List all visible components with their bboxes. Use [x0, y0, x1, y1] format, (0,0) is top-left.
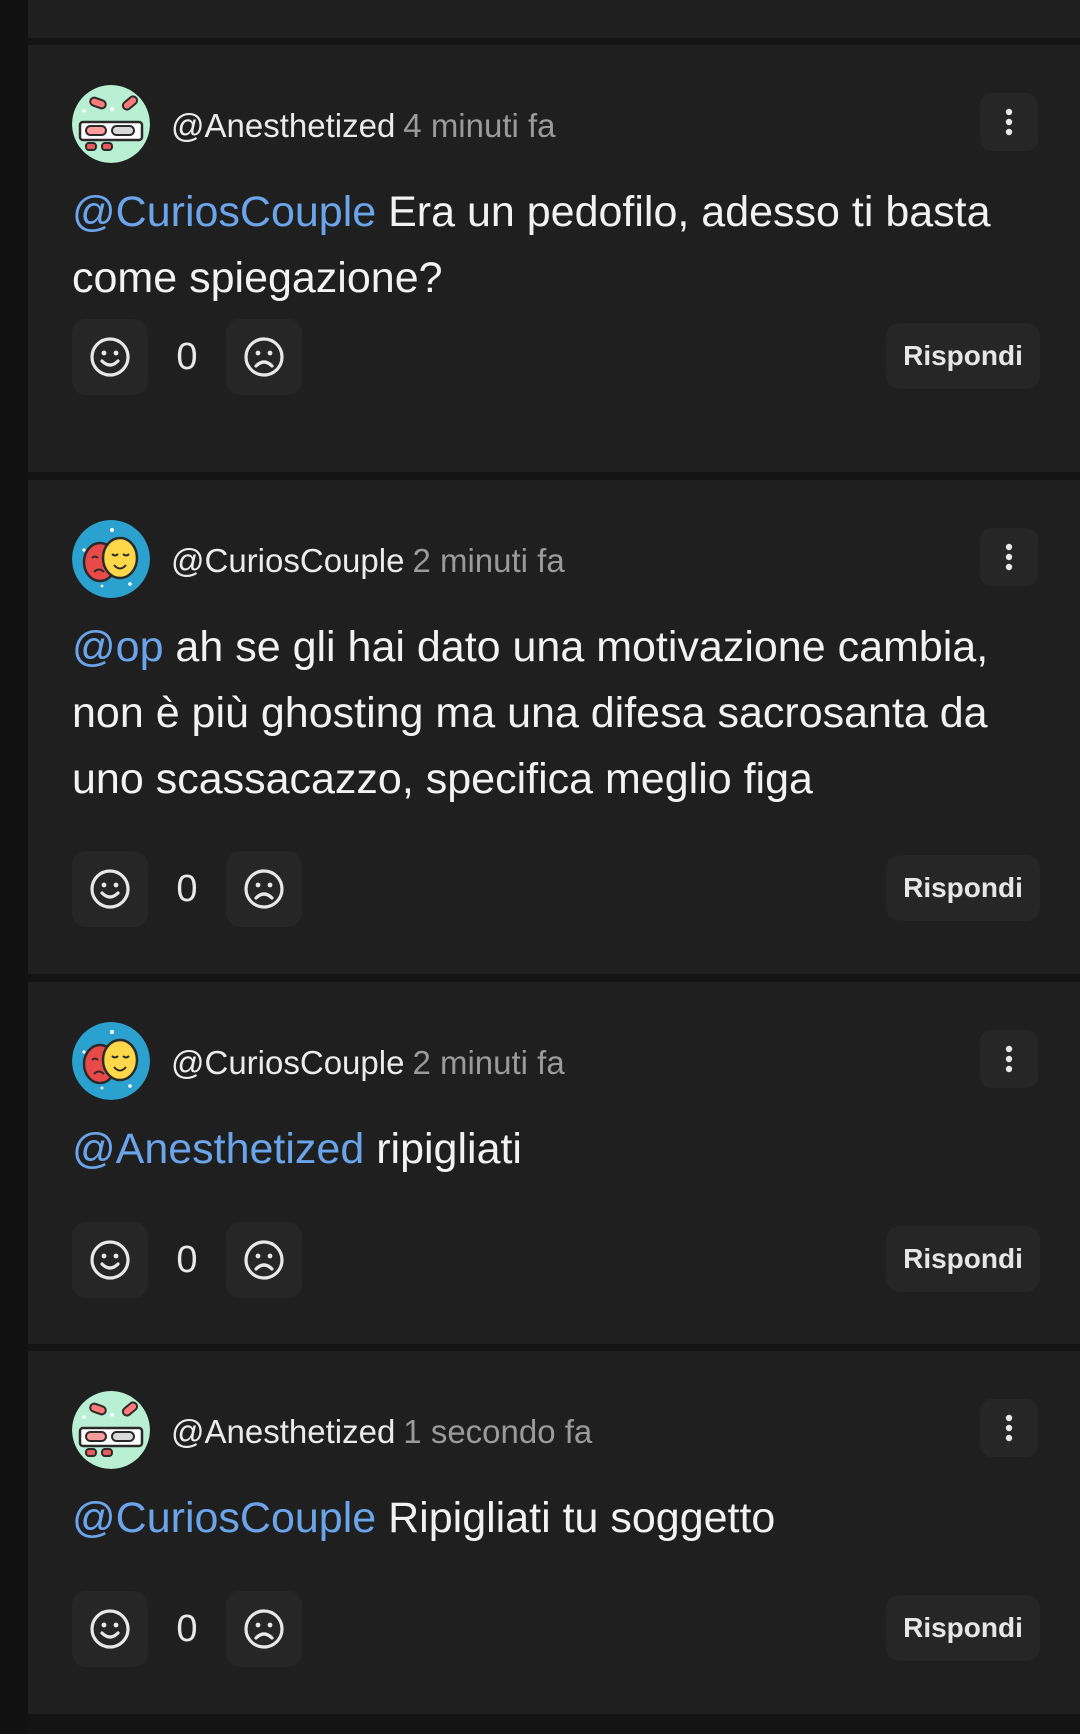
avatar[interactable] — [72, 85, 150, 163]
mention-link[interactable]: @CuriosCouple — [72, 1494, 376, 1542]
smile-icon — [72, 867, 148, 911]
comment-meta: @Anesthetized 1 secondo fa — [171, 1413, 592, 1451]
comment-header: @CuriosCouple 2 minuti fa — [72, 1022, 1040, 1100]
comment-card: @Anesthetized 1 secondo fa @CuriosCouple … — [28, 1351, 1080, 1714]
timestamp: 2 minuti fa — [412, 542, 565, 579]
avatar[interactable] — [72, 520, 150, 598]
mention-link[interactable]: @CuriosCouple — [72, 188, 376, 236]
downvote-button[interactable] — [226, 319, 302, 395]
upvote-button[interactable] — [72, 851, 148, 927]
smile-icon — [72, 1238, 148, 1282]
upvote-button[interactable] — [72, 1222, 148, 1298]
comment-meta: @CuriosCouple 2 minuti fa — [171, 542, 565, 580]
reply-button[interactable]: Rispondi — [886, 1226, 1040, 1292]
comment-actions: 0 Rispondi — [72, 851, 1040, 927]
username[interactable]: @CuriosCouple — [171, 1044, 404, 1081]
comment-text: @CuriosCouple Ripigliati tu soggetto — [72, 1485, 1040, 1551]
comment-meta: @Anesthetized 4 minuti fa — [171, 107, 556, 145]
comment-header: @Anesthetized 4 minuti fa — [72, 85, 1040, 163]
frown-icon — [226, 335, 302, 379]
more-vertical-icon — [980, 107, 1038, 137]
frown-icon — [226, 1238, 302, 1282]
avatar[interactable] — [72, 1022, 150, 1100]
comment-body: Ripigliati tu soggetto — [376, 1494, 776, 1542]
more-options-button[interactable] — [980, 528, 1038, 586]
reply-button[interactable]: Rispondi — [886, 323, 1040, 389]
smile-icon — [72, 1607, 148, 1651]
comment-text: @CuriosCouple Era un pedofilo, adesso ti… — [72, 179, 1040, 311]
comment-actions: 0 Rispondi — [72, 1222, 1040, 1298]
reply-button[interactable]: Rispondi — [886, 1595, 1040, 1661]
comment-header: @CuriosCouple 2 minuti fa — [72, 520, 1040, 598]
comment-actions: 0 Rispondi — [72, 1591, 1040, 1667]
vote-score: 0 — [176, 1608, 198, 1650]
downvote-button[interactable] — [226, 1222, 302, 1298]
more-vertical-icon — [980, 1044, 1038, 1074]
timestamp: 2 minuti fa — [412, 1044, 565, 1081]
comment-card: @CuriosCouple 2 minuti fa @Anesthetized r… — [28, 982, 1080, 1344]
more-vertical-icon — [980, 1413, 1038, 1443]
reply-button[interactable]: Rispondi — [886, 855, 1040, 921]
more-options-button[interactable] — [980, 1399, 1038, 1457]
previous-comment-edge — [28, 0, 1080, 38]
comment-body: ripigliati — [364, 1125, 522, 1173]
vote-score: 0 — [176, 336, 198, 378]
timestamp: 4 minuti fa — [403, 107, 556, 144]
frown-icon — [226, 867, 302, 911]
more-options-button[interactable] — [980, 1030, 1038, 1088]
smile-icon — [72, 335, 148, 379]
downvote-button[interactable] — [226, 1591, 302, 1667]
comment-header: @Anesthetized 1 secondo fa — [72, 1391, 1040, 1469]
upvote-button[interactable] — [72, 319, 148, 395]
thread-rail — [0, 0, 28, 1734]
comment-text: @Anesthetized ripigliati — [72, 1116, 1040, 1182]
more-options-button[interactable] — [980, 93, 1038, 151]
mention-link[interactable]: @Anesthetized — [72, 1125, 364, 1173]
comment-body: ah se gli hai dato una motivazione cambi… — [72, 623, 989, 803]
comment-card: @CuriosCouple 2 minuti fa @op ah se gli h… — [28, 480, 1080, 974]
avatar[interactable] — [72, 1391, 150, 1469]
username[interactable]: @Anesthetized — [171, 1413, 395, 1450]
comment-text: @op ah se gli hai dato una motivazione c… — [72, 614, 1040, 812]
comment-feed: @Anesthetized 4 minuti fa @CuriosCouple E… — [0, 0, 1080, 1734]
more-vertical-icon — [980, 542, 1038, 572]
username[interactable]: @Anesthetized — [171, 107, 395, 144]
comment-actions: 0 Rispondi — [72, 319, 1040, 395]
downvote-button[interactable] — [226, 851, 302, 927]
vote-score: 0 — [176, 1239, 198, 1281]
timestamp: 1 secondo fa — [403, 1413, 593, 1450]
username[interactable]: @CuriosCouple — [171, 542, 404, 579]
comment-meta: @CuriosCouple 2 minuti fa — [171, 1044, 565, 1082]
frown-icon — [226, 1607, 302, 1651]
mention-link[interactable]: @op — [72, 623, 163, 671]
comment-card: @Anesthetized 4 minuti fa @CuriosCouple E… — [28, 45, 1080, 472]
vote-score: 0 — [176, 868, 198, 910]
upvote-button[interactable] — [72, 1591, 148, 1667]
